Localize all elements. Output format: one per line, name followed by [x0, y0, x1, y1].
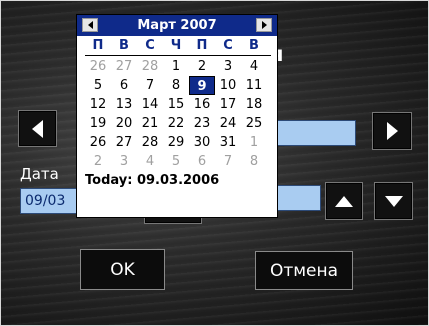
- chevron-right-icon: [261, 21, 267, 29]
- arrow-right-icon: [386, 122, 398, 140]
- calendar-day[interactable]: 1: [163, 57, 189, 76]
- calendar-day[interactable]: 26: [85, 133, 111, 152]
- weekday-divider: [85, 55, 271, 56]
- calendar-popup: Март 2007 ПВСЧПСВ 26 27 28 1 2 3 4 5 6 7 8 9 10 11 12 1…: [76, 14, 278, 218]
- calendar-day[interactable]: 22: [163, 114, 189, 133]
- date-field[interactable]: 09/03: [20, 188, 84, 214]
- calendar-day[interactable]: 8: [241, 152, 267, 171]
- calendar-day[interactable]: 4: [241, 57, 267, 76]
- prev-month-button[interactable]: [82, 18, 98, 32]
- weekday-label: С: [223, 38, 233, 53]
- calendar-day[interactable]: 19: [85, 114, 111, 133]
- calendar-day[interactable]: 27: [111, 133, 137, 152]
- calendar-day[interactable]: 8: [163, 76, 189, 95]
- calendar-day[interactable]: 1: [241, 133, 267, 152]
- decrement-button[interactable]: [374, 182, 413, 220]
- calendar-day[interactable]: 11: [241, 76, 267, 95]
- calendar-day[interactable]: 12: [85, 95, 111, 114]
- calendar-day[interactable]: 16: [189, 95, 215, 114]
- arrow-down-icon: [384, 195, 403, 207]
- weekday-label: П: [196, 38, 208, 53]
- increment-button[interactable]: [325, 182, 363, 220]
- calendar-day[interactable]: 18: [241, 95, 267, 114]
- weekday-label: С: [145, 38, 155, 53]
- cancel-button[interactable]: Отмена: [255, 251, 353, 290]
- calendar-header: Март 2007: [77, 15, 277, 36]
- calendar-day[interactable]: 27: [111, 57, 137, 76]
- prev-city-button[interactable]: [18, 110, 57, 147]
- chevron-left-icon: [87, 21, 93, 29]
- calendar-day[interactable]: 26: [85, 57, 111, 76]
- weekday-header-row: ПВСЧПСВ: [77, 36, 277, 55]
- calendar-day[interactable]: 2: [85, 152, 111, 171]
- next-city-button[interactable]: [372, 112, 412, 150]
- calendar-day[interactable]: 13: [111, 95, 137, 114]
- calendar-day[interactable]: 7: [215, 152, 241, 171]
- today-link[interactable]: Today: 09.03.2006: [77, 173, 277, 188]
- calendar-day[interactable]: 3: [111, 152, 137, 171]
- calendar-day-selected[interactable]: 9: [189, 76, 215, 95]
- calendar-day[interactable]: 4: [137, 152, 163, 171]
- calendar-day[interactable]: 30: [189, 133, 215, 152]
- calendar-day[interactable]: 14: [137, 95, 163, 114]
- calendar-day[interactable]: 6: [189, 152, 215, 171]
- arrow-up-icon: [335, 195, 353, 207]
- calendar-month-year: Март 2007: [137, 18, 217, 33]
- calendar-day[interactable]: 28: [137, 133, 163, 152]
- date-label: Дата: [20, 165, 59, 183]
- calendar-day[interactable]: 7: [137, 76, 163, 95]
- calendar-day[interactable]: 15: [163, 95, 189, 114]
- weekday-label: В: [119, 38, 129, 53]
- calendar-day[interactable]: 5: [85, 76, 111, 95]
- calendar-day[interactable]: 3: [215, 57, 241, 76]
- calendar-day[interactable]: 21: [137, 114, 163, 133]
- calendar-day[interactable]: 5: [163, 152, 189, 171]
- calendar-day[interactable]: 25: [241, 114, 267, 133]
- calendar-day[interactable]: 17: [215, 95, 241, 114]
- calendar-day[interactable]: 2: [189, 57, 215, 76]
- calendar-day-grid: 26 27 28 1 2 3 4 5 6 7 8 9 10 11 12 13 14 15 16 17 18 19 20 21 2…: [77, 57, 277, 171]
- calendar-day[interactable]: 10: [215, 76, 241, 95]
- weekday-label: В: [249, 38, 259, 53]
- weekday-label: Ч: [170, 38, 182, 53]
- calendar-day[interactable]: 24: [215, 114, 241, 133]
- weekday-label: П: [92, 38, 104, 53]
- calendar-day[interactable]: 20: [111, 114, 137, 133]
- next-month-button[interactable]: [256, 18, 272, 32]
- ok-button[interactable]: OK: [80, 249, 165, 290]
- calendar-day[interactable]: 28: [137, 57, 163, 76]
- calendar-day[interactable]: 29: [163, 133, 189, 152]
- calendar-day[interactable]: 6: [111, 76, 137, 95]
- calendar-day[interactable]: 31: [215, 133, 241, 152]
- arrow-left-icon: [32, 119, 43, 138]
- calendar-day[interactable]: 23: [189, 114, 215, 133]
